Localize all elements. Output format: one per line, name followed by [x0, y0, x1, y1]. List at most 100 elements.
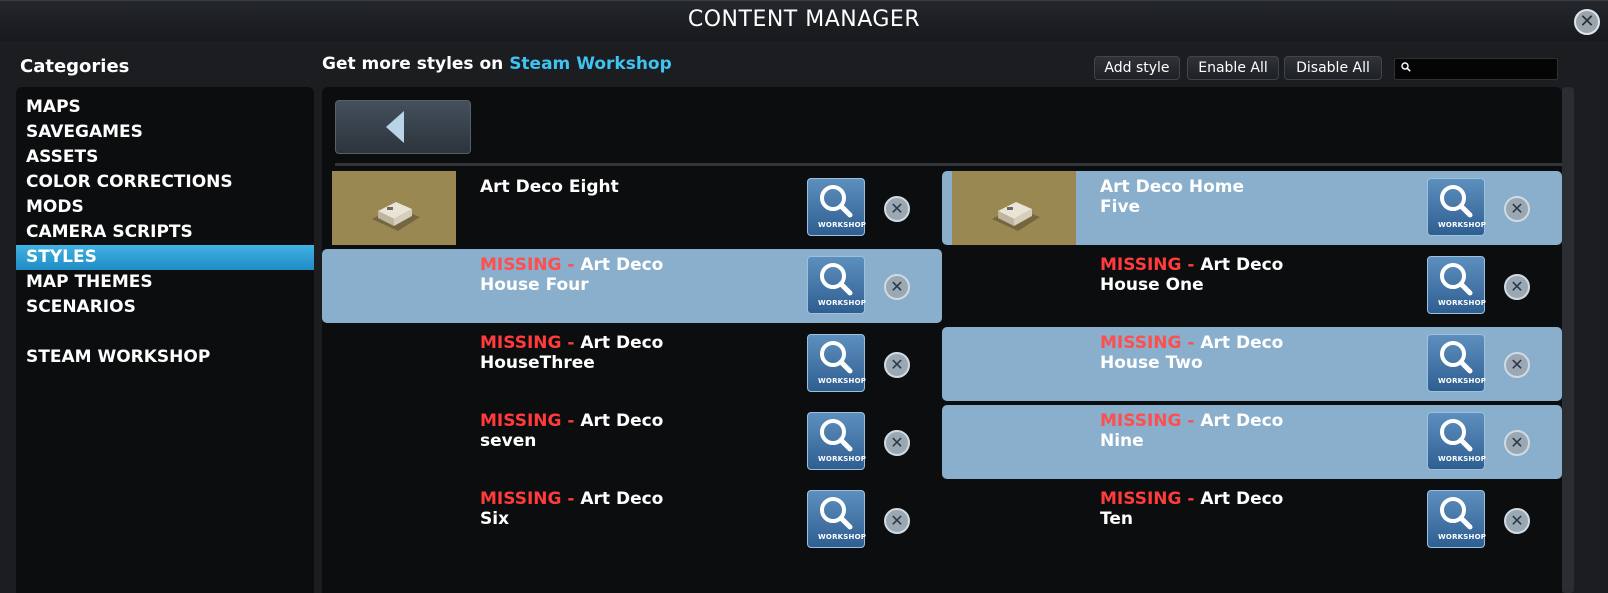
- style-name-line1: Art Deco: [580, 411, 664, 431]
- magnifier-icon: [1440, 419, 1473, 452]
- style-item[interactable]: MISSING - Art Deco Six WORKSHOP ✕: [322, 483, 942, 557]
- style-item[interactable]: Art Deco Eight WORKSHOP ✕: [322, 171, 942, 245]
- back-arrow-icon: [386, 111, 404, 143]
- style-name: MISSING - Art Deco Ten: [1100, 489, 1430, 529]
- search-icon: [1401, 62, 1411, 72]
- sidebar-item-map-themes[interactable]: MAP THEMES: [16, 270, 314, 295]
- magnifier-icon: [820, 341, 853, 374]
- sidebar-item-maps[interactable]: MAPS: [16, 95, 314, 120]
- delete-style-button[interactable]: ✕: [884, 352, 910, 378]
- sidebar-item-scenarios[interactable]: SCENARIOS: [16, 295, 314, 320]
- style-name-line1: Art Deco: [580, 489, 664, 509]
- missing-label: MISSING -: [1100, 255, 1201, 275]
- missing-label: MISSING -: [480, 255, 581, 275]
- style-name-line1: Art Deco: [580, 255, 664, 275]
- delete-style-button[interactable]: ✕: [884, 430, 910, 456]
- delete-style-button[interactable]: ✕: [1504, 508, 1530, 534]
- style-name-line2: Nine: [1100, 431, 1144, 451]
- workshop-label: WORKSHOP: [1438, 299, 1487, 307]
- workshop-label: WORKSHOP: [1438, 455, 1487, 463]
- search-input[interactable]: [1415, 60, 1557, 80]
- style-name: Art Deco Home Five: [1100, 177, 1430, 217]
- enable-all-button[interactable]: Enable All: [1187, 56, 1279, 80]
- sidebar-item-mods[interactable]: MODS: [16, 195, 314, 220]
- workshop-label: WORKSHOP: [1438, 221, 1487, 229]
- vertical-scrollbar[interactable]: [1562, 87, 1574, 593]
- workshop-label: WORKSHOP: [818, 455, 867, 463]
- style-name-line1: Art Deco Home: [1100, 177, 1245, 197]
- style-name-line2: HouseThree: [480, 353, 595, 373]
- title-bar: CONTENT MANAGER ✕: [0, 1, 1608, 41]
- workshop-button[interactable]: WORKSHOP: [1427, 256, 1487, 314]
- magnifier-icon: [1440, 185, 1473, 218]
- workshop-label: WORKSHOP: [1438, 377, 1487, 385]
- sidebar-item-styles[interactable]: STYLES: [16, 245, 314, 270]
- workshop-button[interactable]: WORKSHOP: [1427, 334, 1487, 392]
- delete-style-button[interactable]: ✕: [884, 196, 910, 222]
- style-name-line2: House Four: [480, 275, 589, 295]
- sidebar-item-color-corrections[interactable]: COLOR CORRECTIONS: [16, 170, 314, 195]
- style-name-line1: Art Deco: [1200, 411, 1284, 431]
- content-manager-window: CONTENT MANAGER ✕ Categories MAPS SAVEGA…: [0, 0, 1608, 593]
- workshop-button[interactable]: WORKSHOP: [807, 178, 867, 236]
- workshop-button[interactable]: WORKSHOP: [1427, 178, 1487, 236]
- style-thumbnail: [332, 171, 456, 245]
- style-name: MISSING - Art Deco House One: [1100, 255, 1430, 295]
- delete-style-button[interactable]: ✕: [884, 274, 910, 300]
- delete-style-button[interactable]: ✕: [1504, 352, 1530, 378]
- disable-all-button[interactable]: Disable All: [1284, 56, 1382, 80]
- style-item[interactable]: Art Deco Home Five WORKSHOP ✕: [942, 171, 1562, 245]
- style-name: MISSING - Art Deco Nine: [1100, 411, 1430, 451]
- workshop-label: WORKSHOP: [818, 299, 867, 307]
- steam-workshop-link[interactable]: Steam Workshop: [509, 54, 672, 74]
- workshop-button[interactable]: WORKSHOP: [1427, 412, 1487, 470]
- workshop-button[interactable]: WORKSHOP: [807, 256, 867, 314]
- magnifier-icon: [820, 497, 853, 530]
- category-sidebar: MAPS SAVEGAMES ASSETS COLOR CORRECTIONS …: [16, 87, 314, 593]
- style-item[interactable]: MISSING - Art Deco House One WORKSHOP ✕: [942, 249, 1562, 323]
- missing-label: MISSING -: [1100, 489, 1201, 509]
- add-style-button[interactable]: Add style: [1094, 56, 1180, 80]
- workshop-button[interactable]: WORKSHOP: [807, 412, 867, 470]
- style-item[interactable]: MISSING - Art Deco House Two WORKSHOP ✕: [942, 327, 1562, 401]
- style-name-line2: seven: [480, 431, 537, 451]
- style-item[interactable]: MISSING - Art Deco Ten WORKSHOP ✕: [942, 483, 1562, 557]
- magnifier-icon: [1440, 341, 1473, 374]
- style-name-line2: House Two: [1100, 353, 1203, 373]
- workshop-button[interactable]: WORKSHOP: [807, 334, 866, 392]
- style-name-line1: Art Deco: [580, 333, 664, 353]
- search-box[interactable]: [1394, 58, 1558, 80]
- workshop-button[interactable]: WORKSHOP: [1427, 490, 1486, 548]
- style-name: MISSING - Art Deco House Four: [480, 255, 810, 295]
- style-name-line1: Art Deco: [1200, 255, 1284, 275]
- delete-style-button[interactable]: ✕: [1504, 196, 1530, 222]
- missing-label: MISSING -: [480, 333, 581, 353]
- delete-style-button[interactable]: ✕: [884, 508, 910, 534]
- style-name-line1: Art Deco Eight: [480, 177, 619, 197]
- workshop-button[interactable]: WORKSHOP: [807, 490, 866, 548]
- categories-heading: Categories: [20, 56, 130, 77]
- close-window-button[interactable]: ✕: [1574, 9, 1600, 35]
- sidebar-item-savegames[interactable]: SAVEGAMES: [16, 120, 314, 145]
- workshop-promo: Get more styles on Steam Workshop: [322, 54, 672, 74]
- workshop-label: WORKSHOP: [818, 221, 867, 229]
- style-item[interactable]: MISSING - Art Deco seven WORKSHOP ✕: [322, 405, 942, 479]
- delete-style-button[interactable]: ✕: [1504, 274, 1530, 300]
- missing-label: MISSING -: [480, 411, 581, 431]
- style-name-line1: Art Deco: [1200, 489, 1284, 509]
- style-name-line2: Ten: [1100, 509, 1133, 529]
- sidebar-item-camera-scripts[interactable]: CAMERA SCRIPTS: [16, 220, 314, 245]
- style-item[interactable]: MISSING - Art Deco Nine WORKSHOP ✕: [942, 405, 1562, 479]
- back-button[interactable]: [335, 100, 471, 154]
- magnifier-icon: [820, 419, 853, 452]
- style-item[interactable]: MISSING - Art Deco House Four WORKSHOP ✕: [322, 249, 942, 323]
- style-name: MISSING - Art Deco House Two: [1100, 333, 1430, 373]
- sidebar-item-steam-workshop[interactable]: STEAM WORKSHOP: [16, 345, 314, 370]
- missing-label: MISSING -: [1100, 333, 1201, 353]
- style-item[interactable]: MISSING - Art Deco HouseThree WORKSHOP ✕: [322, 327, 942, 401]
- delete-style-button[interactable]: ✕: [1504, 430, 1530, 456]
- workshop-promo-text: Get more styles on: [322, 54, 510, 74]
- style-name-line2: House One: [1100, 275, 1204, 295]
- sidebar-item-assets[interactable]: ASSETS: [16, 145, 314, 170]
- magnifier-icon: [820, 263, 853, 296]
